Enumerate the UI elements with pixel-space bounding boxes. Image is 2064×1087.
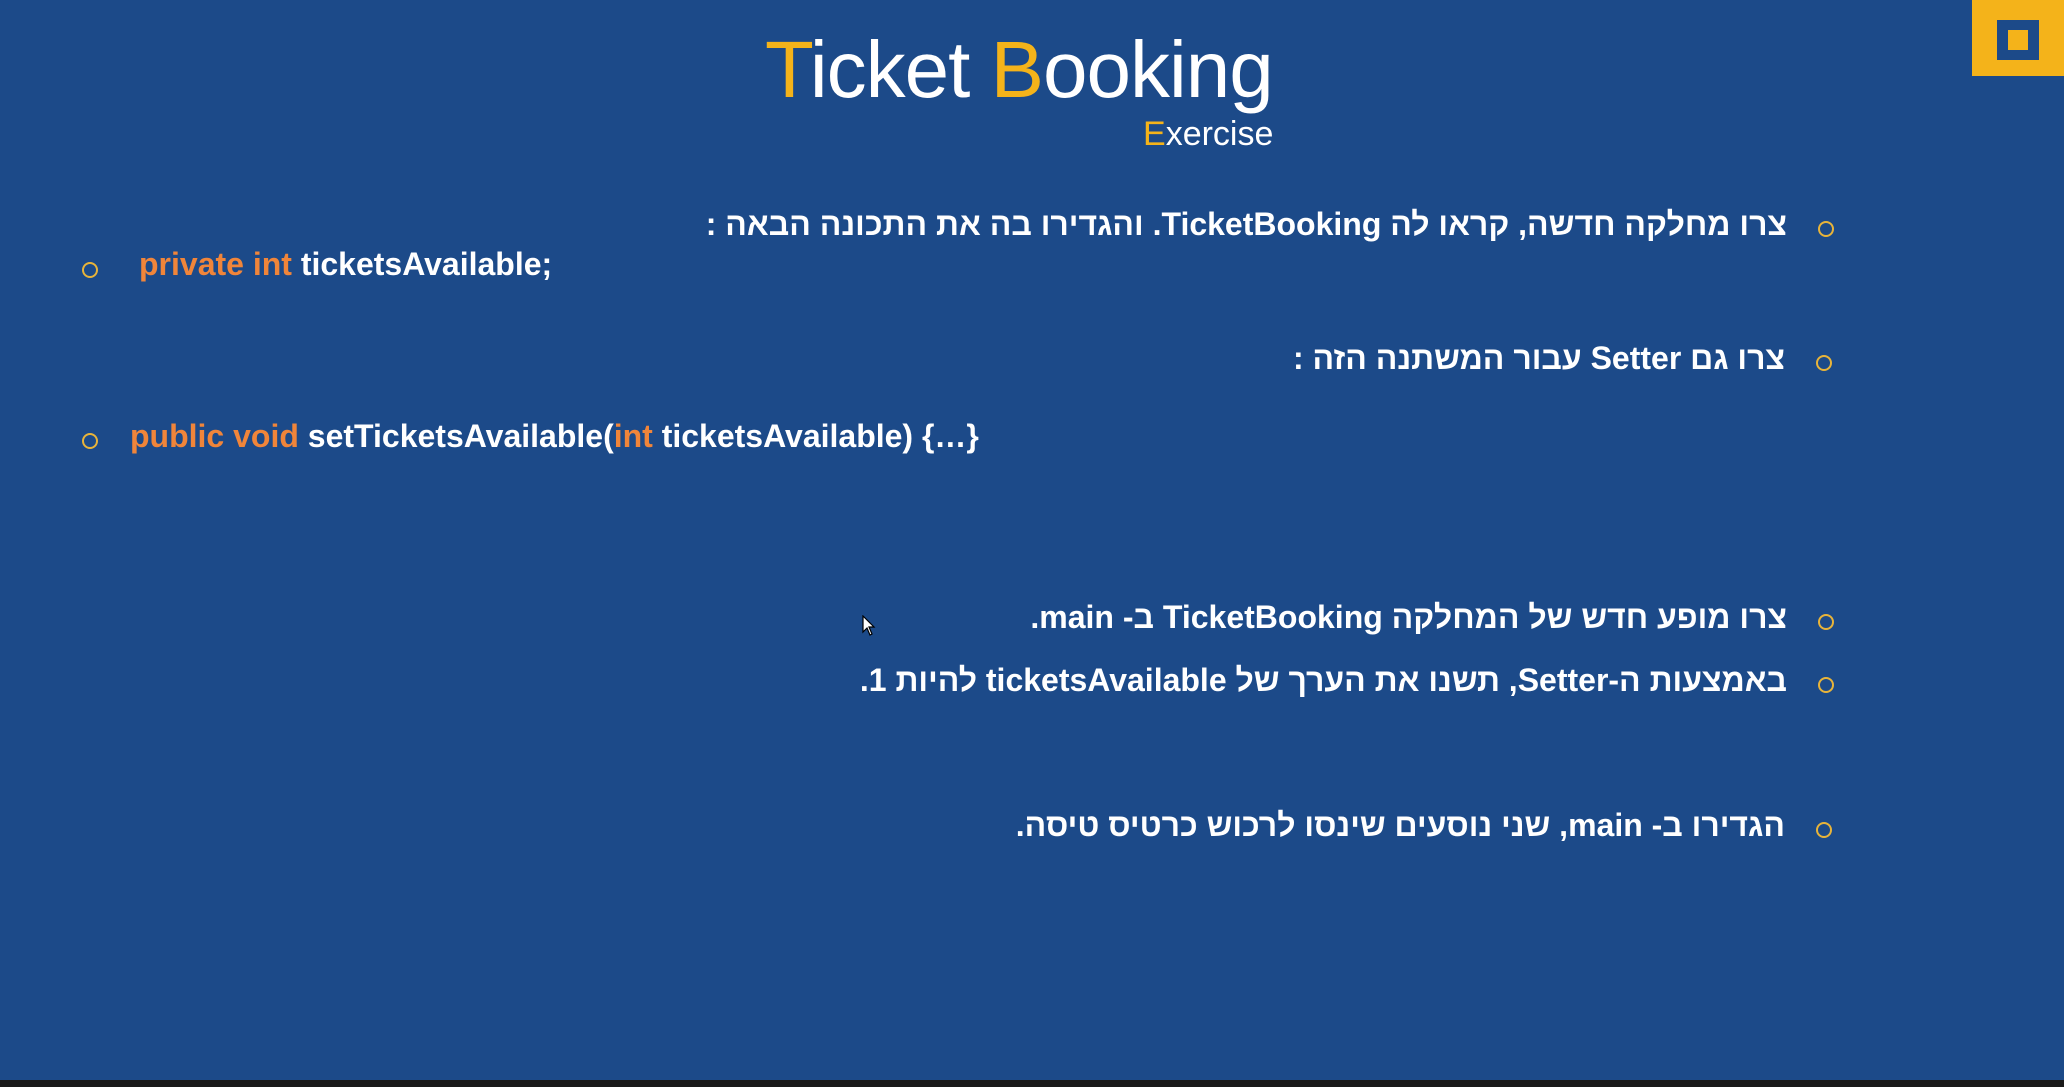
- instruction-create-setter: צרו גם Setter עבור המשתנה הזה :: [1292, 340, 1785, 376]
- code-param-and-body: ticketsAvailable) {…}: [652, 418, 979, 454]
- instruction-create-instance: צרו מופע חדש של המחלקה TicketBooking ב- …: [1030, 599, 1787, 635]
- code-keyword-void: void: [233, 418, 299, 454]
- code-keyword-public: public: [130, 418, 225, 454]
- code-keyword-int: int: [252, 246, 292, 282]
- instruction-create-class: צרו מחלקה חדשה, קראו לה TicketBooking. ו…: [705, 206, 1787, 242]
- corner-square-inner: [1997, 20, 2039, 60]
- code-method-name: setTicketsAvailable(: [298, 418, 614, 454]
- bullet-icon: [82, 433, 98, 449]
- subtitle-accent-letter: E: [1143, 115, 1166, 153]
- slide-subtitle: Exercise: [1143, 115, 1273, 154]
- subtitle-rest: xercise: [1165, 115, 1274, 153]
- bullet-icon: [1816, 355, 1832, 371]
- title-accent-letter-b: B: [990, 25, 1044, 114]
- slide-canvas: Ticket Booking Exercise צרו מחלקה חדשה, …: [0, 0, 2064, 1080]
- bottom-edge-bar: [0, 1080, 2064, 1087]
- slide-corner-square-icon: [1972, 0, 2064, 76]
- title-accent-letter-t: T: [765, 25, 811, 114]
- bullet-icon: [1818, 614, 1834, 630]
- instruction-use-setter: באמצעות ה-Setter, תשנו את הערך של ticket…: [859, 662, 1787, 698]
- title-word-rest-1: icket: [809, 25, 991, 114]
- title-word-rest-2: ooking: [1042, 25, 1274, 114]
- bullet-icon: [1816, 822, 1832, 838]
- code-setter-signature: public void setTicketsAvailable(int tick…: [130, 418, 979, 455]
- bullet-icon: [1818, 221, 1834, 237]
- corner-square-core: [2008, 30, 2028, 50]
- code-field-name: ticketsAvailable;: [291, 246, 553, 282]
- code-keyword-private: private: [139, 246, 244, 282]
- code-field-declaration: private int ticketsAvailable;: [139, 246, 552, 283]
- bullet-icon: [82, 262, 98, 278]
- code-keyword-int: int: [613, 418, 653, 454]
- slide-title: Ticket Booking: [765, 24, 1274, 116]
- bullet-icon: [1818, 677, 1834, 693]
- instruction-define-passengers: הגדירו ב- main, שני נוסעים שינסו לרכוש כ…: [1015, 807, 1785, 843]
